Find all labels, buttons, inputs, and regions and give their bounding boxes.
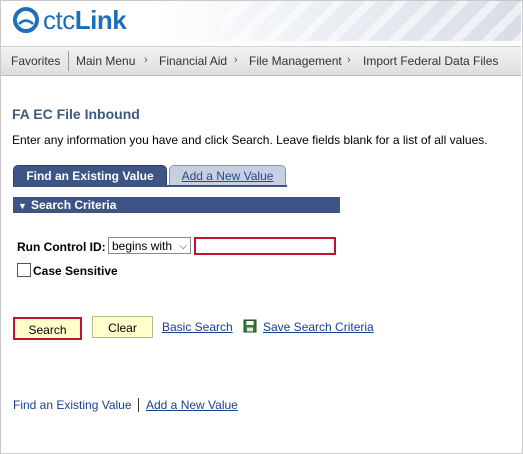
header-stripes: [221, 1, 521, 41]
footer-find-existing-link[interactable]: Find an Existing Value: [13, 398, 132, 412]
chevron-right-icon: ›: [234, 54, 238, 66]
nav-divider: [68, 51, 69, 71]
search-criteria-header[interactable]: ▼ Search Criteria: [13, 197, 340, 213]
footer-add-new-link[interactable]: Add a New Value: [146, 398, 238, 412]
footer-divider: [138, 398, 139, 412]
tab-find-existing-value[interactable]: Find an Existing Value: [13, 165, 167, 186]
case-sensitive-checkbox[interactable]: [17, 263, 31, 277]
save-search-criteria-link[interactable]: Save Search Criteria: [263, 320, 374, 334]
operator-select-value: begins with: [112, 239, 173, 253]
run-control-label: Run Control ID:: [17, 240, 106, 254]
logo-text-link: Link: [74, 4, 127, 35]
ctclink-logo-icon: [13, 7, 39, 33]
header-banner: ctc Link: [1, 1, 521, 41]
tab-add-new-value[interactable]: Add a New Value: [169, 165, 286, 186]
save-icon: [243, 319, 257, 333]
nav-favorites[interactable]: Favorites: [11, 54, 60, 68]
case-sensitive-label: Case Sensitive: [33, 264, 118, 278]
chevron-right-icon: ›: [144, 54, 148, 66]
nav-main-menu[interactable]: Main Menu: [76, 54, 135, 68]
tab-underline: [13, 185, 287, 187]
chevron-down-icon: ⌵: [179, 241, 187, 252]
search-button[interactable]: Search: [13, 317, 82, 340]
clear-button[interactable]: Clear: [92, 316, 153, 338]
breadcrumb-navbar: Favorites Main Menu › Financial Aid › Fi…: [1, 46, 521, 76]
basic-search-link[interactable]: Basic Search: [162, 320, 233, 334]
page-title: FA EC File Inbound: [12, 106, 140, 122]
operator-select[interactable]: begins with ⌵: [108, 237, 191, 254]
ctclink-logo: ctc Link: [11, 4, 127, 35]
nav-financial-aid[interactable]: Financial Aid: [159, 54, 227, 68]
collapse-triangle-icon: ▼: [18, 201, 27, 211]
chevron-right-icon: ›: [347, 54, 351, 66]
run-control-input[interactable]: [194, 237, 336, 255]
search-criteria-label: Search Criteria: [31, 198, 117, 212]
logo-text-ctc: ctc: [43, 4, 75, 35]
page-instructions: Enter any information you have and click…: [12, 133, 488, 147]
nav-import-federal-data-files[interactable]: Import Federal Data Files: [363, 54, 498, 68]
tab-add-new-value-label: Add a New Value: [181, 169, 274, 183]
nav-file-management[interactable]: File Management: [249, 54, 342, 68]
